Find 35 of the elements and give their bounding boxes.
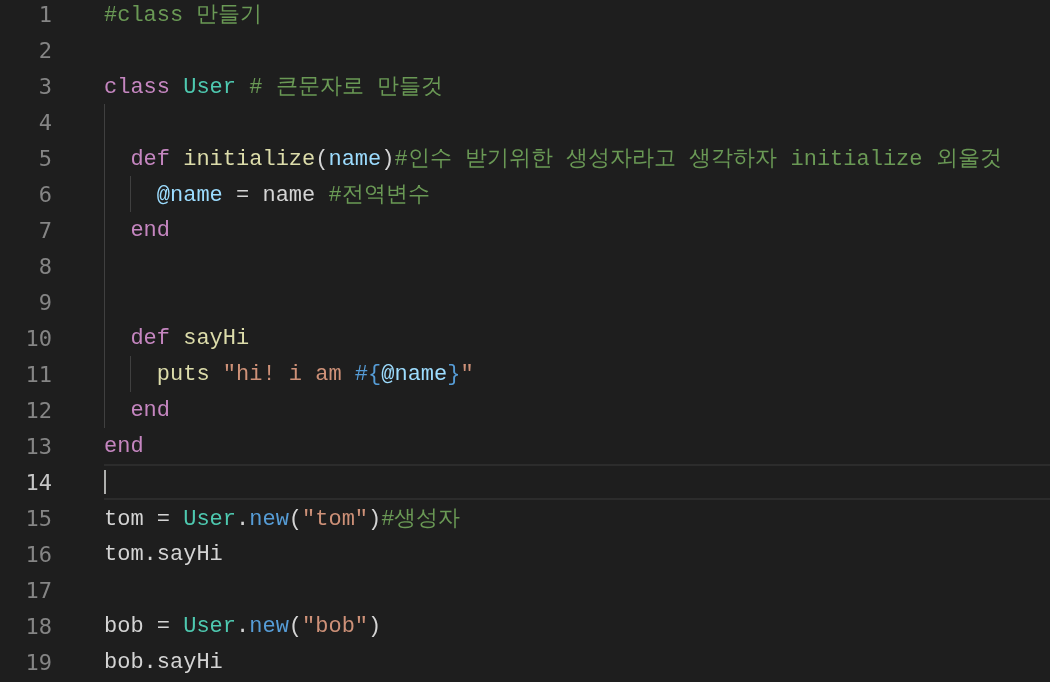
line-number: 15 [24,505,52,531]
code-line: tom = User.new("tom")#생성자 [104,506,461,533]
line-number: 13 [24,433,52,459]
code-line: bob = User.new("bob") [104,613,382,639]
code-line: @name = name #전역변수 [156,182,430,209]
line-number: 12 [24,397,52,423]
line-number: 4 [37,109,52,135]
line-number: 14 [24,469,52,495]
indent-guide [130,176,132,212]
line-number: 6 [37,181,52,207]
line-number: 1 [37,1,52,27]
code-line: bob.sayHi [104,649,223,675]
line-number: 11 [24,361,52,387]
code-line: def initialize(name)#인수 받기위한 생성자라고 생각하자 initialize 외울것 [130,146,1002,173]
text-cursor [104,470,106,494]
line-number: 10 [24,325,52,351]
line-number: 7 [37,217,52,243]
indent-guide [130,356,132,392]
line-number: 8 [37,253,52,279]
line-number: 19 [24,649,52,675]
line-number: 5 [37,145,52,171]
code-line: tom.sayHi [104,541,223,567]
line-number: 9 [37,289,52,315]
code-line: end [130,397,170,423]
code-line: end [104,433,144,459]
line-number: 3 [37,73,52,99]
code-line: end [130,217,170,243]
line-number: 2 [37,37,52,63]
line-number: 18 [24,613,52,639]
line-number: 16 [24,541,52,567]
code-line: puts "hi! i am #{@name}" [156,361,474,387]
code-line: def sayHi [130,325,250,351]
line-number: 17 [24,577,52,603]
code-line: #class 만들기 [104,2,263,29]
code-line: class User # 큰문자로 만들것 [104,74,443,101]
